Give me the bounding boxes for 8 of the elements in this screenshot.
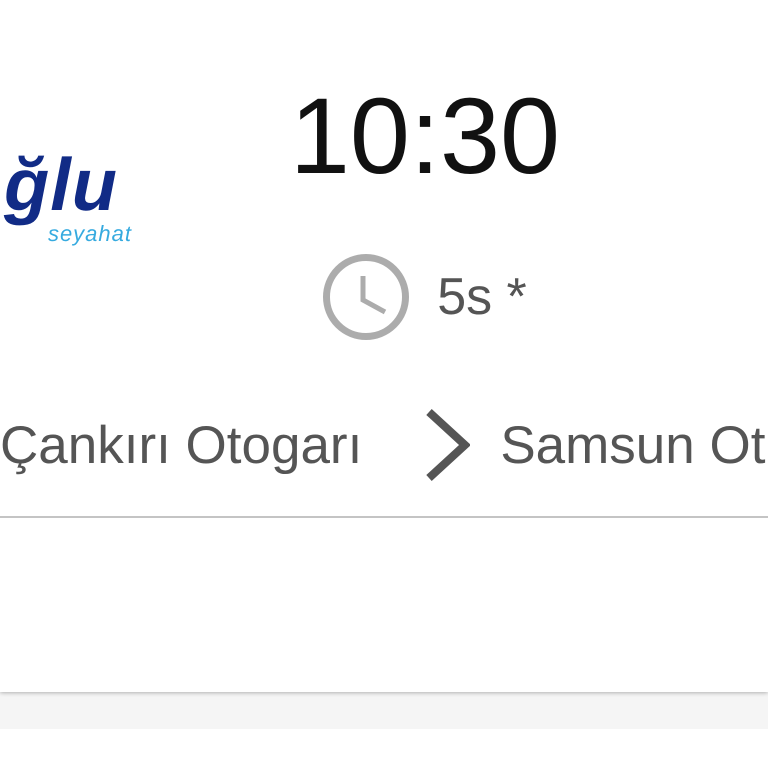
logo-tagline: seyahat: [48, 223, 132, 246]
logo-wordmark: ğlu: [2, 142, 118, 226]
trip-card[interactable]: ğlu seyahat 10:30 5s * Çankırı Otogarı Samsun Ot: [0, 0, 768, 692]
arrival-station: Samsun Ot: [500, 418, 766, 472]
trip-duration: 5s *: [437, 271, 527, 323]
chevron-right-icon: [424, 409, 470, 481]
departure-time: 10:30: [290, 82, 560, 190]
clock-icon: [323, 254, 410, 340]
